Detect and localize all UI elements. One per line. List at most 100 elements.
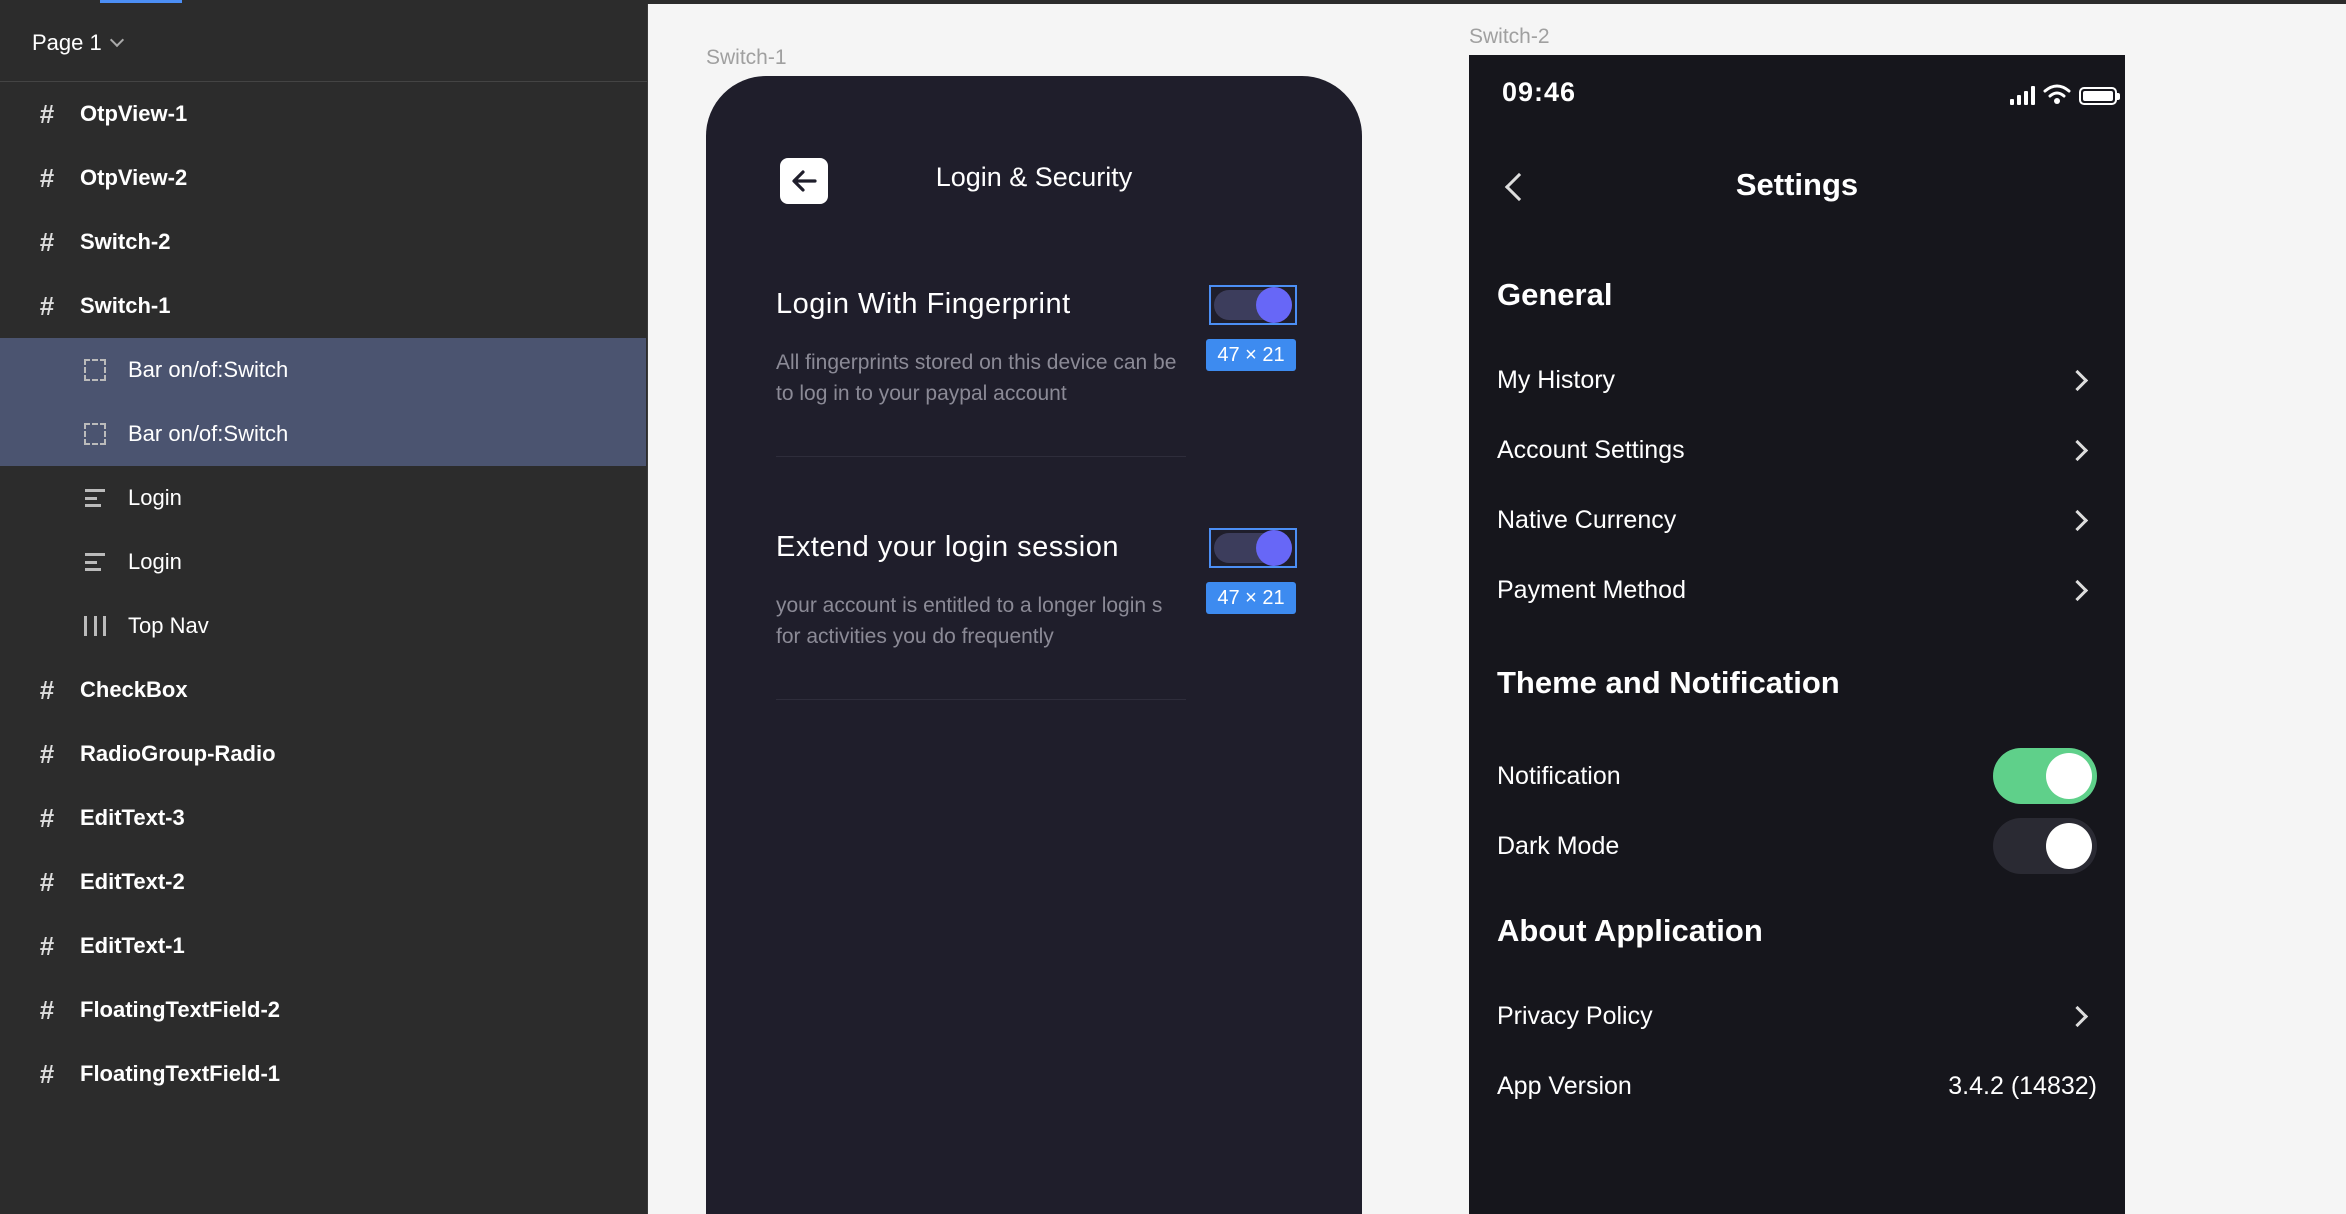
layer-item-radiogroup[interactable]: # RadioGroup-Radio [0,722,646,786]
dimension-badge: 47 × 21 [1206,582,1296,614]
fingerprint-switch[interactable] [1209,285,1297,325]
settings-item-label: Notification [1497,761,1621,790]
layer-item-switch-component[interactable]: Bar on/of:Switch [0,402,646,466]
dark-mode-toggle[interactable] [1993,818,2097,874]
login-session-desc-line1: your account is entitled to a longer log… [776,594,1163,617]
chevron-right-icon [2066,1005,2089,1027]
layers-panel: Page 1 # OtpView-1 # OtpView-2 # Switch-… [0,4,648,1214]
settings-item-label: Account Settings [1497,435,1685,464]
login-session-desc-line2: for activities you do frequently [776,625,1054,648]
section-general: General [1497,277,1613,312]
login-session-switch[interactable] [1209,528,1297,568]
frame-icon: # [39,98,55,129]
frame-icon: # [39,994,55,1025]
settings-item-payment-method[interactable]: Payment Method [1497,570,2097,610]
toggle-knob [2046,823,2092,869]
signal-icon [2010,85,2035,105]
page-selector-label: Page 1 [32,29,102,55]
layer-item-login-text[interactable]: Login [0,530,646,594]
switch-knob [1256,530,1292,566]
settings-item-label: Payment Method [1497,575,1686,604]
section-about-application: About Application [1497,913,1763,948]
layer-item-switch-1[interactable]: # Switch-1 [0,274,646,338]
settings-item-privacy-policy[interactable]: Privacy Policy [1497,996,2097,1036]
layer-item-label: Top Nav [128,613,209,638]
frame-icon: # [39,930,55,961]
chevron-down-icon [109,32,124,47]
frame-switch-2[interactable]: 09:46 Settings General My History Accoun… [1469,55,2125,1214]
layer-item-login-text[interactable]: Login [0,466,646,530]
app-version-value: 3.4.2 (14832) [1948,1071,2097,1100]
layer-item-label: OtpView-2 [80,165,188,190]
layer-item-label: Login [128,549,182,574]
layer-item-label: RadioGroup-Radio [80,741,276,766]
battery-icon [2079,87,2120,105]
fingerprint-desc-line1: All fingerprints stored on this device c… [776,351,1177,374]
layer-item-checkbox[interactable]: # CheckBox [0,658,646,722]
switch-track [1214,287,1292,323]
row-divider [776,456,1186,457]
layer-item-label: EditText-2 [80,869,185,894]
frame-icon: # [39,674,55,705]
layer-item-otpview-1[interactable]: # OtpView-1 [0,82,646,146]
chevron-right-icon [2066,369,2089,391]
toggle-knob [2046,753,2092,799]
settings-item-label: App Version [1497,1071,1632,1100]
settings-item-label: Dark Mode [1497,831,1620,860]
frame-icon: # [39,290,55,321]
frame-label-switch-1[interactable]: Switch-1 [706,46,787,70]
chevron-right-icon [2066,579,2089,601]
nav-title: Login & Security [935,162,1133,192]
section-theme-notification: Theme and Notification [1497,665,1840,700]
layer-item-otpview-2[interactable]: # OtpView-2 [0,146,646,210]
layer-item-top-nav[interactable]: Top Nav [0,594,646,658]
login-session-title: Extend your login session [776,531,1119,563]
chevron-right-icon [2066,509,2089,531]
frame-icon: # [39,738,55,769]
layer-item-label: Bar on/of:Switch [128,357,289,382]
settings-item-app-version: App Version 3.4.2 (14832) [1497,1066,2097,1106]
layer-item-label: FloatingTextField-2 [80,997,281,1022]
frame-switch-1[interactable]: Login & Security Login With Fingerprint … [706,76,1362,1214]
settings-item-native-currency[interactable]: Native Currency [1497,500,2097,540]
layer-item-floatingtextfield-1[interactable]: # FloatingTextField-1 [0,1042,646,1106]
layer-item-edittext-2[interactable]: # EditText-2 [0,850,646,914]
text-layer-icon [84,551,106,573]
frame-icon: # [39,802,55,833]
frame-icon: # [39,162,55,193]
dimension-badge: 47 × 21 [1206,339,1296,371]
fingerprint-title: Login With Fingerprint [776,288,1071,320]
settings-item-notification[interactable]: Notification [1497,748,2097,804]
autolayout-icon [84,615,106,637]
page-selector[interactable]: Page 1 [0,4,647,82]
settings-item-account-settings[interactable]: Account Settings [1497,430,2097,470]
wifi-icon [2043,84,2071,104]
layer-item-edittext-3[interactable]: # EditText-3 [0,786,646,850]
settings-title: Settings [1735,167,1859,202]
layer-item-label: OtpView-1 [80,101,188,126]
row-divider [776,699,1186,700]
text-layer-icon [84,487,106,509]
layer-item-label: EditText-3 [80,805,185,830]
switch-track [1214,530,1292,566]
layer-item-edittext-1[interactable]: # EditText-1 [0,914,646,978]
frame-icon: # [39,1058,55,1089]
component-instance-icon [84,359,106,381]
layer-item-label: Switch-2 [80,229,171,254]
settings-item-dark-mode[interactable]: Dark Mode [1497,818,2097,874]
layer-item-switch-component[interactable]: Bar on/of:Switch [0,338,646,402]
notification-toggle[interactable] [1993,748,2097,804]
frame-icon: # [39,866,55,897]
layer-item-label: FloatingTextField-1 [80,1061,281,1086]
status-time: 09:46 [1502,77,1577,107]
layer-item-label: Login [128,485,182,510]
layer-item-floatingtextfield-2[interactable]: # FloatingTextField-2 [0,978,646,1042]
layer-item-switch-2[interactable]: # Switch-2 [0,210,646,274]
chevron-right-icon [2066,439,2089,461]
frame-icon: # [39,226,55,257]
fingerprint-desc-line2: to log in to your paypal account [776,382,1067,405]
frame-label-switch-2[interactable]: Switch-2 [1469,25,1550,49]
active-tool-indicator [100,0,182,3]
settings-item-my-history[interactable]: My History [1497,360,2097,400]
component-instance-icon [84,423,106,445]
